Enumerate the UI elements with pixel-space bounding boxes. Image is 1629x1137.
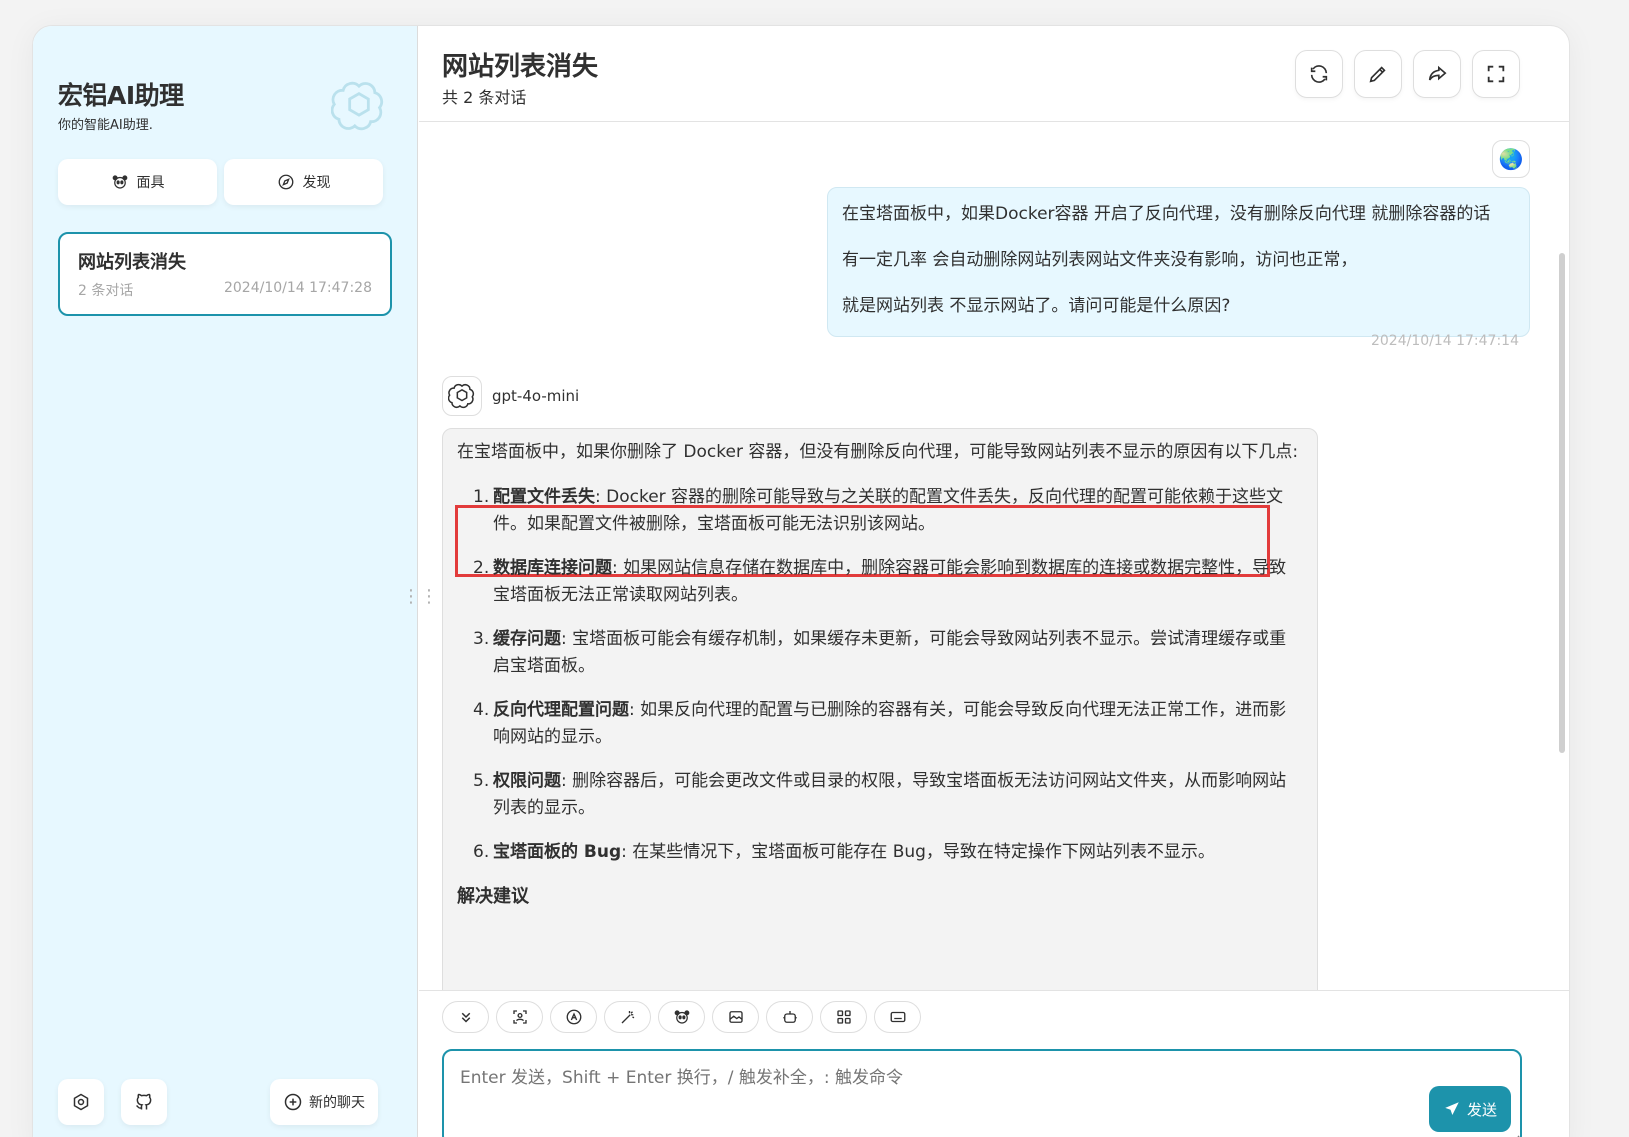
user-message-line: 在宝塔面板中，如果Docker容器 开启了反向代理，没有删除反向代理 就删除容器… xyxy=(842,204,1491,224)
list-item: 3. 缓存问题: 宝塔面板可能会有缓存机制，如果缓存未更新，可能会导致网站列表不显… xyxy=(473,629,1287,676)
send-label: 发送 xyxy=(1466,1100,1497,1119)
prompt-button[interactable] xyxy=(604,1001,651,1033)
app-subtitle: 你的智能AI助理. xyxy=(58,118,153,133)
model-name: gpt-4o-mini xyxy=(492,387,580,405)
new-chat-button[interactable]: 新的聊天 xyxy=(270,1079,378,1125)
app-title: 宏铝AI助理 xyxy=(58,81,184,110)
composer: 发送 xyxy=(419,990,1569,1137)
user-message-line: 就是网站列表 不显示网站了。请问可能是什么原因? xyxy=(842,296,1231,316)
edit-button[interactable] xyxy=(1354,50,1402,98)
list-item: 2. 数据库连接问题: 如果网站信息存储在数据库中，删除容器可能会影响到数据库的连… xyxy=(473,558,1287,605)
user-message-line: 有一定几率 会自动删除网站列表网站文件夹没有影响，访问也正常， xyxy=(842,250,1358,270)
new-chat-label: 新的聊天 xyxy=(309,1095,365,1111)
pencil-icon xyxy=(1369,66,1386,83)
plus-circle-icon xyxy=(284,1093,302,1111)
settings-button[interactable] xyxy=(58,1079,104,1125)
sidebar-resize-handle[interactable]: ⋮⋮ xyxy=(402,586,438,616)
refresh-button[interactable] xyxy=(1295,50,1343,98)
chat-subtitle: 共 2 条对话 xyxy=(442,88,527,107)
chat-item-count: 2 条对话 xyxy=(78,283,134,299)
discover-label: 发现 xyxy=(302,175,331,191)
share-button[interactable] xyxy=(1413,50,1461,98)
double-chevron-down-icon xyxy=(461,1012,470,1023)
user-message: 在宝塔面板中，如果Docker容器 开启了反向代理，没有删除反向代理 就删除容器… xyxy=(827,187,1530,337)
settings-icon xyxy=(73,1093,89,1111)
refresh-icon xyxy=(1310,65,1328,83)
bot-intro: 在宝塔面板中，如果你删除了 Docker 容器，但没有删除反向代理，可能导致网站… xyxy=(457,442,1299,462)
list-item: 4. 反向代理配置问题: 如果反向代理的配置与已删除的容器有关，可能会导致反向代理… xyxy=(473,700,1287,747)
magic-wand-icon xyxy=(621,1011,634,1024)
keyboard-icon xyxy=(890,1011,905,1023)
chat-title: 网站列表消失 xyxy=(442,52,599,82)
chat-item-title: 网站列表消失 xyxy=(78,252,186,273)
panda-icon xyxy=(674,1010,689,1024)
robot-icon xyxy=(782,1011,797,1023)
mask-button[interactable]: 面具 xyxy=(58,159,217,205)
send-button[interactable]: 发送 xyxy=(1429,1086,1511,1132)
fullscreen-icon xyxy=(1487,65,1505,83)
fullscreen-button[interactable] xyxy=(1472,50,1520,98)
message-list[interactable]: 🌏 在宝塔面板中，如果Docker容器 开启了反向代理，没有删除反向代理 就删除… xyxy=(419,123,1569,990)
screenshot-button[interactable] xyxy=(496,1001,543,1033)
openai-logo-icon xyxy=(331,81,384,131)
app-window: 宏铝AI助理 你的智能AI助理. 面具 发现 网站列表消失 2 条对话 2024… xyxy=(32,25,1570,1137)
grid-icon xyxy=(836,1010,851,1024)
apps-button[interactable] xyxy=(820,1001,867,1033)
user-message-time: 2024/10/14 17:47:14 xyxy=(1370,333,1519,349)
model-select-button[interactable] xyxy=(550,1001,597,1033)
robot-circle-icon xyxy=(566,1009,581,1025)
send-icon xyxy=(1445,1102,1459,1115)
plugin-button[interactable] xyxy=(766,1001,813,1033)
image-button[interactable] xyxy=(712,1001,759,1033)
share-icon xyxy=(1428,65,1447,81)
image-icon xyxy=(728,1011,743,1023)
mask-tool-button[interactable] xyxy=(658,1001,705,1033)
chat-list-item[interactable]: 网站列表消失 2 条对话 2024/10/14 17:47:28 xyxy=(58,232,392,316)
user-avatar: 🌏 xyxy=(1492,140,1530,178)
composer-toolbar xyxy=(442,1001,921,1033)
shortcut-button[interactable] xyxy=(874,1001,921,1033)
chat-item-time: 2024/10/14 17:47:28 xyxy=(223,280,372,296)
openai-icon xyxy=(448,383,475,409)
panda-icon xyxy=(112,175,127,189)
sidebar: 宏铝AI助理 你的智能AI助理. 面具 发现 网站列表消失 2 条对话 2024… xyxy=(33,26,438,1137)
github-button[interactable] xyxy=(121,1079,167,1125)
frame-person-icon xyxy=(512,1010,527,1024)
bot-avatar xyxy=(442,376,482,416)
section-heading: 解决建议 xyxy=(457,886,529,907)
compass-icon xyxy=(278,174,293,190)
bot-reason-list: 1. 配置文件丢失: Docker 容器的删除可能导致与之关联的配置文件丢失，反向… xyxy=(457,484,1303,866)
mask-label: 面具 xyxy=(136,175,165,191)
scroll-down-button[interactable] xyxy=(442,1001,489,1033)
list-item: 5. 权限问题: 删除容器后，可能会更改文件或目录的权限，导致宝塔面板无法访问网站… xyxy=(473,771,1287,818)
discover-button[interactable]: 发现 xyxy=(224,159,383,205)
list-item: 6. 宝塔面板的 Bug: 在某些情况下，宝塔面板可能存在 Bug，导致在特定操作… xyxy=(473,842,1215,862)
message-input[interactable] xyxy=(442,1049,1522,1137)
chat-panel: 网站列表消失 共 2 条对话 🌏 在宝塔面板中，如果Docker容器 开启了反向… xyxy=(419,26,1569,1137)
github-icon xyxy=(136,1093,152,1110)
scrollbar[interactable] xyxy=(1559,253,1565,753)
chat-header: 网站列表消失 共 2 条对话 xyxy=(419,26,1569,122)
list-item: 1. 配置文件丢失: Docker 容器的删除可能导致与之关联的配置文件丢失，反向… xyxy=(473,487,1284,534)
bot-message: 在宝塔面板中，如果你删除了 Docker 容器，但没有删除反向代理，可能导致网站… xyxy=(442,428,1318,990)
